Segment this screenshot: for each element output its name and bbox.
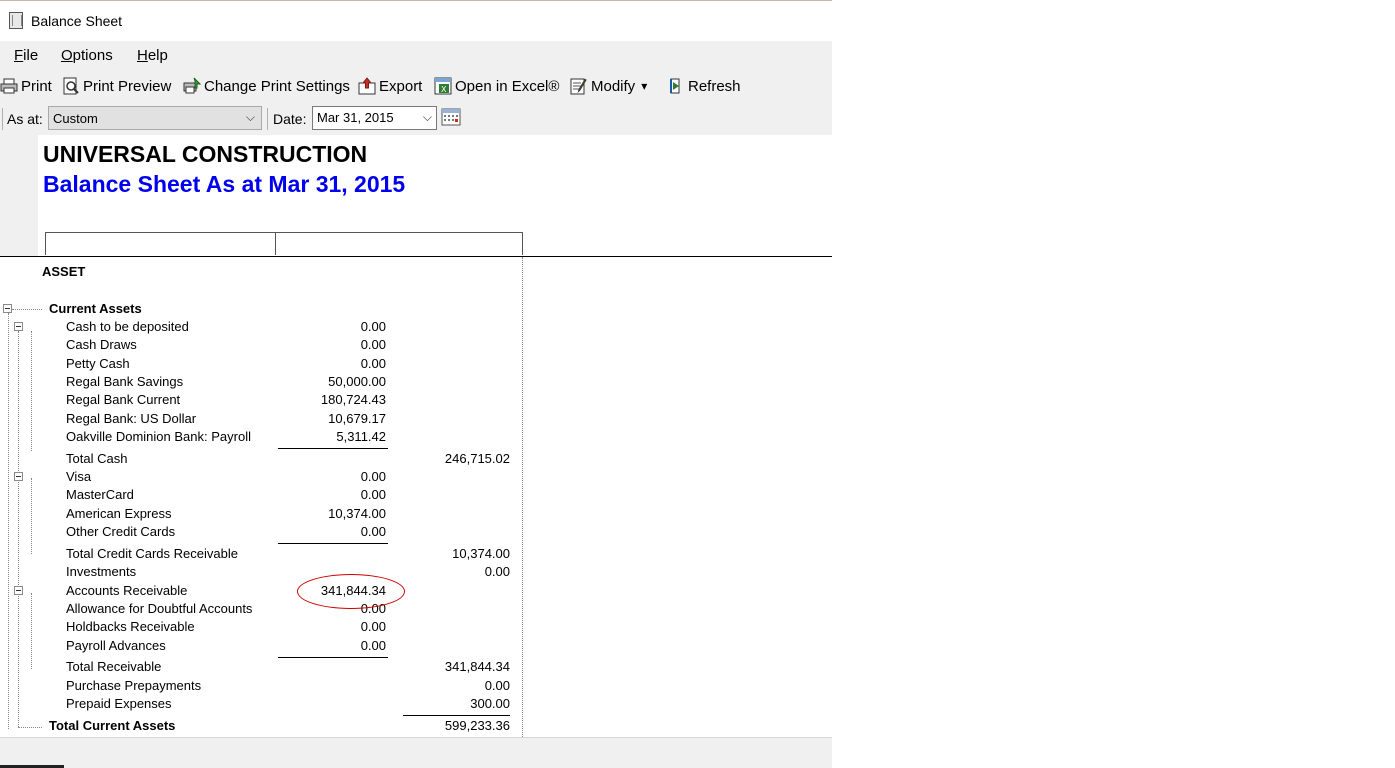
menu-bar: File Options Help <box>0 41 832 70</box>
table-row[interactable]: Regal Bank Savings 50,000.00 <box>0 374 522 392</box>
menu-options[interactable]: Options <box>61 47 113 64</box>
table-row[interactable]: Prepaid Expenses 300.00 <box>0 696 522 714</box>
calendar-icon[interactable] <box>441 107 461 127</box>
table-row[interactable]: Cash to be deposited 0.00 <box>0 319 522 337</box>
filter-bar: As at: Custom ⌵ Date: Mar 31, 2015 ⌵ <box>0 102 832 135</box>
table-row[interactable]: American Express 10,374.00 <box>0 506 522 524</box>
table-row[interactable]: Allowance for Doubtful Accounts 0.00 <box>0 601 522 619</box>
table-row[interactable]: Purchase Prepayments 0.00 <box>0 678 522 696</box>
table-row[interactable]: Accounts Receivable 341,844.34 <box>0 583 522 601</box>
total-rule <box>403 715 510 716</box>
print-settings-icon <box>183 77 202 95</box>
as-at-label: As at: <box>7 111 43 127</box>
excel-icon: X <box>434 77 452 95</box>
company-name: UNIVERSAL CONSTRUCTION <box>43 141 368 167</box>
menu-file[interactable]: File <box>14 47 38 64</box>
table-row[interactable]: Regal Bank: US Dollar 10,679.17 <box>0 411 522 429</box>
print-preview-button[interactable]: Print Preview <box>62 75 171 97</box>
window-title: Balance Sheet <box>31 13 123 29</box>
subtotal-rule <box>278 448 388 449</box>
table-row[interactable]: Visa 0.00 <box>0 469 522 487</box>
title-bar: Balance Sheet <box>0 2 832 40</box>
svg-text:X: X <box>441 85 447 94</box>
filter-separator <box>267 108 268 130</box>
column-header-amount[interactable] <box>275 232 523 255</box>
printer-icon <box>0 77 18 95</box>
subtotal-rule <box>278 657 388 658</box>
document-icon <box>9 12 23 29</box>
column-dotted-divider <box>522 257 523 737</box>
report-view[interactable]: UNIVERSAL CONSTRUCTION Balance Sheet As … <box>0 135 832 737</box>
table-row[interactable]: MasterCard 0.00 <box>0 487 522 505</box>
group-heading[interactable]: Current Assets <box>0 301 522 319</box>
chevron-down-icon: ⌵ <box>245 110 255 124</box>
table-row[interactable]: Regal Bank Current 180,724.43 <box>0 392 522 410</box>
red-annotation-ellipse <box>297 574 405 609</box>
table-row[interactable]: Petty Cash 0.00 <box>0 356 522 374</box>
modify-button[interactable]: Modify ▾ <box>570 75 647 97</box>
filter-separator <box>2 108 3 130</box>
status-bar <box>0 737 832 768</box>
balance-sheet-window: Balance Sheet File Options Help Print Pr… <box>0 0 832 768</box>
section-heading: ASSET <box>42 264 86 279</box>
modify-dropdown-arrow[interactable]: ▾ <box>641 79 647 93</box>
print-preview-icon <box>62 77 80 95</box>
refresh-icon <box>667 77 685 95</box>
date-input[interactable]: Mar 31, 2015 ⌵ <box>312 106 437 130</box>
toolbar: Print Print Preview Change Print Setting… <box>0 70 832 102</box>
report-title: Balance Sheet As at Mar 31, 2015 <box>43 171 406 197</box>
table-row[interactable]: Total Cash 246,715.02 <box>0 451 522 469</box>
open-in-excel-button[interactable]: X Open in Excel® <box>434 75 559 97</box>
change-print-settings-button[interactable]: Change Print Settings <box>183 75 350 97</box>
column-header-description[interactable] <box>45 232 276 255</box>
chevron-down-icon: ⌵ <box>422 110 432 124</box>
header-divider <box>0 256 832 257</box>
table-row[interactable]: Investments 0.00 <box>0 564 522 582</box>
table-row[interactable]: Holdbacks Receivable 0.00 <box>0 619 522 637</box>
refresh-button[interactable]: Refresh <box>667 75 741 97</box>
as-at-select[interactable]: Custom ⌵ <box>48 106 262 130</box>
total-row[interactable]: Total Current Assets 599,233.36 <box>0 718 522 736</box>
table-row[interactable]: Other Credit Cards 0.00 <box>0 524 522 542</box>
menu-help[interactable]: Help <box>137 47 168 64</box>
export-icon <box>358 77 376 95</box>
date-label: Date: <box>273 111 307 127</box>
modify-icon <box>570 77 588 95</box>
table-row[interactable]: Cash Draws 0.00 <box>0 337 522 355</box>
print-button[interactable]: Print <box>0 75 52 97</box>
subtotal-rule <box>278 543 388 544</box>
report-gutter <box>0 135 38 257</box>
table-row[interactable]: Total Credit Cards Receivable 10,374.00 <box>0 546 522 564</box>
table-row[interactable]: Oakville Dominion Bank: Payroll 5,311.42 <box>0 429 522 447</box>
export-button[interactable]: Export <box>358 75 422 97</box>
table-row[interactable]: Payroll Advances 0.00 <box>0 638 522 656</box>
table-row[interactable]: Total Receivable 341,844.34 <box>0 659 522 677</box>
